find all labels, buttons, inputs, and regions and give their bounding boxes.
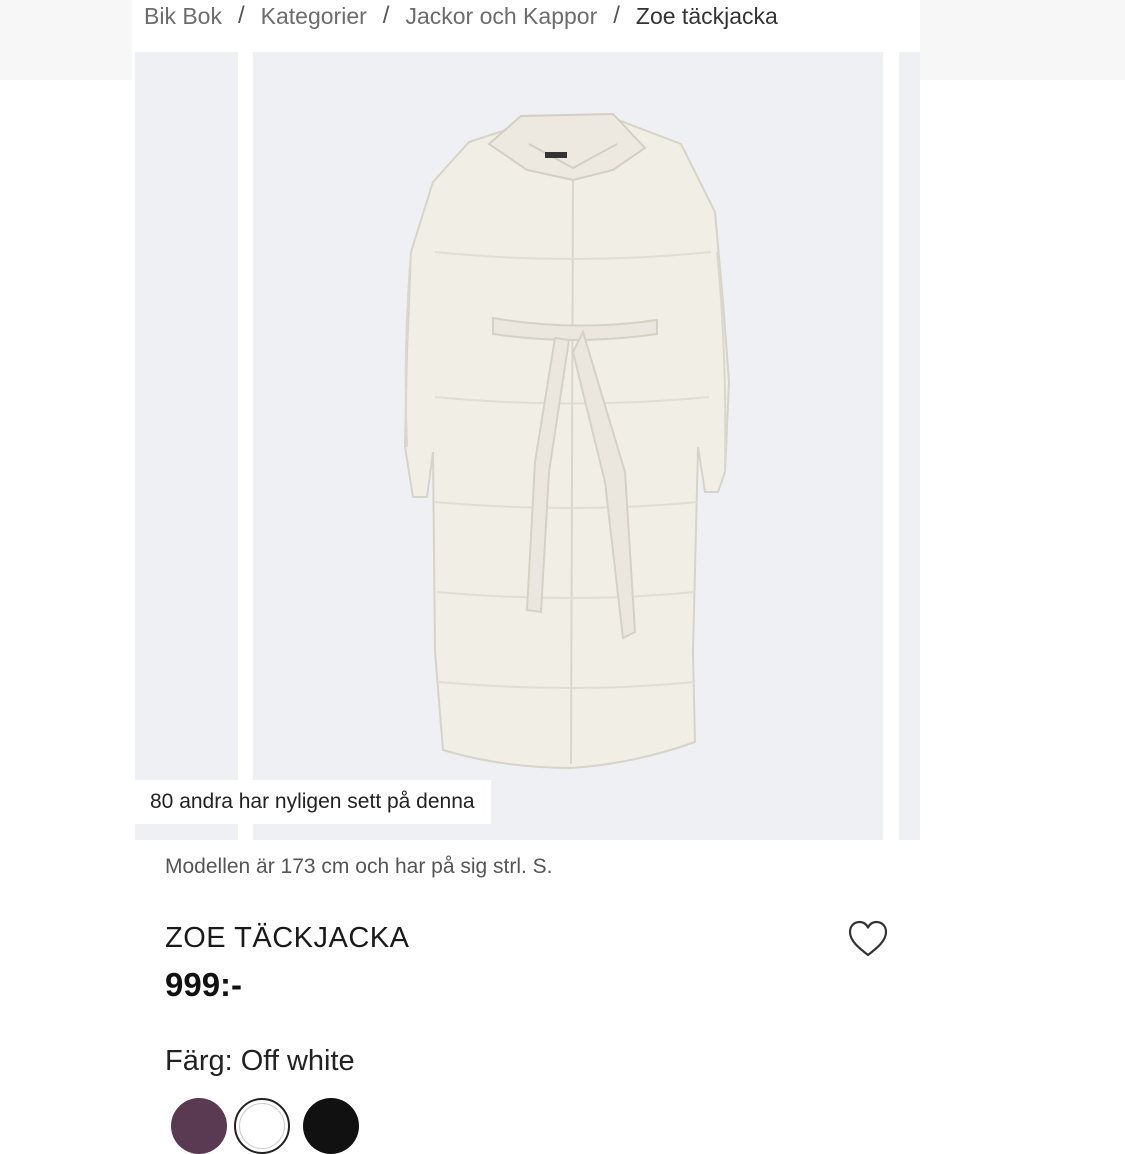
breadcrumb: Bik Bok / Kategorier / Jackor och Kappor… xyxy=(144,0,778,32)
gallery-prev-slide[interactable] xyxy=(135,52,238,840)
model-size-info: Modellen är 173 cm och har på sig strl. … xyxy=(165,855,553,878)
breadcrumb-item-jackor-och-kappor[interactable]: Jackor och Kappor xyxy=(405,3,597,30)
breadcrumb-separator: / xyxy=(237,2,245,29)
breadcrumb-separator: / xyxy=(382,2,390,29)
product-page: Bik Bok / Kategorier / Jackor och Kappor… xyxy=(132,0,920,1154)
breadcrumb-current: Zoe täckjacka xyxy=(635,2,778,29)
heart-icon[interactable] xyxy=(845,916,891,962)
breadcrumb-item-bik-bok[interactable]: Bik Bok xyxy=(144,3,222,30)
breadcrumb-separator: / xyxy=(613,2,620,29)
recently-viewed-badge: 80 andra har nyligen sett på denna xyxy=(135,780,491,824)
product-image-gallery[interactable]: 80 andra har nyligen sett på denna xyxy=(132,52,920,842)
breadcrumb-item-kategorier[interactable]: Kategorier xyxy=(261,3,367,30)
gallery-main-image[interactable] xyxy=(253,52,883,840)
product-title: ZOE TÄCKJACKA xyxy=(165,922,410,954)
color-swatch-purple[interactable] xyxy=(171,1098,227,1154)
product-price: 999:- xyxy=(165,966,243,1003)
coat-image xyxy=(403,112,731,770)
left-margin xyxy=(0,80,132,1125)
gallery-next-slide[interactable] xyxy=(899,52,920,840)
color-label: Färg: Off white xyxy=(165,1045,355,1077)
color-swatch-black[interactable] xyxy=(303,1098,359,1154)
color-swatch-off-white[interactable] xyxy=(234,1098,290,1154)
